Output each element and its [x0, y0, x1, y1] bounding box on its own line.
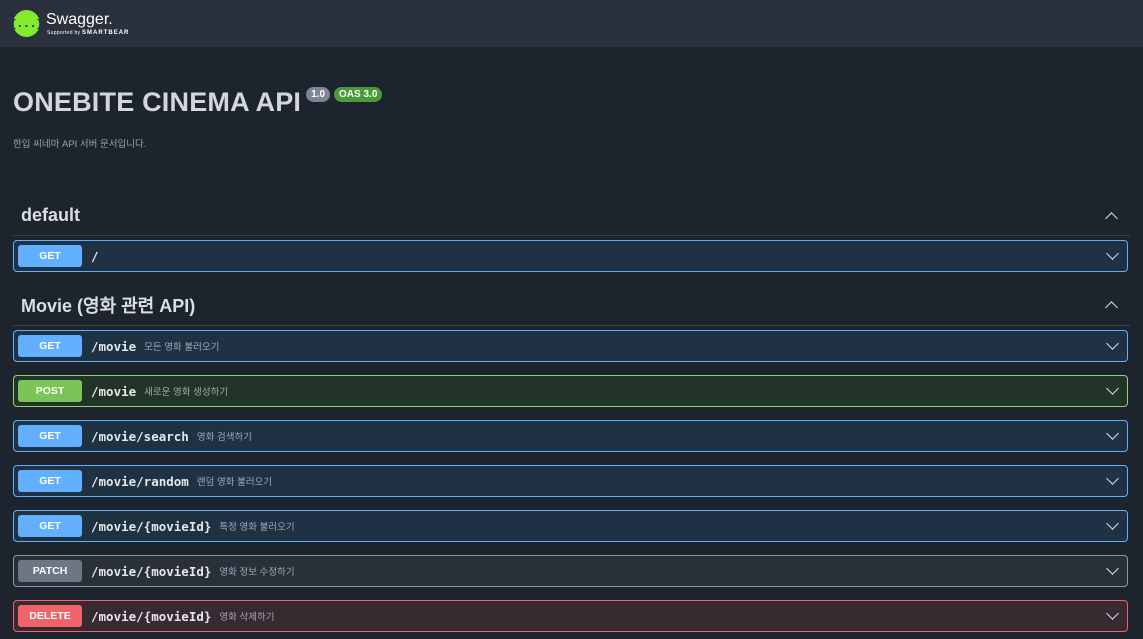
- method-badge: GET: [18, 335, 82, 357]
- operation-row[interactable]: GET /movie/search 영화 검색하기: [13, 420, 1128, 452]
- operation-summary: 랜덤 영화 불러오기: [196, 477, 273, 488]
- api-info: ONEBITE CINEMA API 1.0 OAS 3.0 한입 씨네마 AP…: [0, 47, 1143, 150]
- api-description: 한입 씨네마 API 서버 문서입니다.: [13, 139, 147, 150]
- method-badge: DELETE: [18, 605, 82, 627]
- expand-chevron-down-icon[interactable]: [1106, 337, 1119, 350]
- section-header-movie[interactable]: Movie (영화 관련 API): [13, 288, 1130, 326]
- method-badge: GET: [18, 245, 82, 267]
- operation-summary: 특정 영화 불러오기: [219, 522, 295, 533]
- version-badge: 1.0: [306, 87, 331, 102]
- expand-chevron-down-icon[interactable]: [1106, 247, 1119, 260]
- method-badge: PATCH: [18, 560, 82, 582]
- expand-chevron-down-icon[interactable]: [1106, 472, 1119, 485]
- swagger-logo[interactable]: {...} Swagger. Supported by SMARTBEAR: [10, 10, 130, 37]
- operation-row[interactable]: GET /movie/{movieId} 특정 영화 불러오기: [13, 510, 1128, 542]
- page-title: ONEBITE CINEMA API: [13, 87, 302, 117]
- expand-chevron-down-icon[interactable]: [1106, 517, 1119, 530]
- collapse-chevron-up-icon[interactable]: [1105, 300, 1118, 314]
- operation-path: /movie/search: [91, 428, 189, 444]
- expand-chevron-down-icon[interactable]: [1106, 382, 1119, 395]
- expand-chevron-down-icon[interactable]: [1106, 607, 1119, 620]
- operation-path: /: [91, 248, 99, 264]
- operation-path: /movie/{movieId}: [91, 608, 212, 624]
- section-title: Movie (영화 관련 API): [21, 295, 196, 316]
- method-badge: POST: [18, 380, 82, 402]
- operation-path: /movie/{movieId}: [91, 518, 212, 534]
- operation-path: /movie/{movieId}: [91, 563, 212, 579]
- method-badge: GET: [18, 425, 82, 447]
- oas-badge: OAS 3.0: [334, 87, 383, 102]
- collapse-chevron-up-icon[interactable]: [1105, 211, 1118, 225]
- operation-row[interactable]: POST /movie 새로운 영화 생성하기: [13, 375, 1128, 407]
- operation-row[interactable]: DELETE /movie/{movieId} 영화 삭제하기: [13, 600, 1128, 632]
- operation-summary: 모든 영화 불러오기: [144, 342, 220, 353]
- operation-path: /movie: [91, 383, 137, 399]
- section-header-default[interactable]: default: [13, 200, 1130, 236]
- brand-subtitle: Supported by SMARTBEAR: [47, 29, 130, 36]
- operation-summary: 영화 삭제하기: [219, 612, 275, 623]
- expand-chevron-down-icon[interactable]: [1106, 562, 1119, 575]
- operation-row[interactable]: GET /movie/random 랜덤 영화 불러오기: [13, 465, 1128, 497]
- operation-row[interactable]: PATCH /movie/{movieId} 영화 정보 수정하기: [13, 555, 1128, 587]
- operation-path: /movie: [91, 338, 137, 354]
- brand-name: Swagger.: [46, 10, 113, 28]
- section-movie: Movie (영화 관련 API) GET /movie 모든 영화 불러오기 …: [0, 288, 1143, 632]
- method-badge: GET: [18, 515, 82, 537]
- operation-path: /movie/random: [91, 473, 189, 489]
- expand-chevron-down-icon[interactable]: [1106, 427, 1119, 440]
- swagger-logo-icon: {...}: [10, 10, 43, 37]
- operation-row[interactable]: GET /movie 모든 영화 불러오기: [13, 330, 1128, 362]
- topbar: {...} Swagger. Supported by SMARTBEAR: [0, 0, 1143, 47]
- method-badge: GET: [18, 470, 82, 492]
- section-title: default: [21, 205, 81, 225]
- section-default: default GET /: [0, 200, 1143, 272]
- operation-row[interactable]: GET /: [13, 240, 1128, 272]
- operation-summary: 영화 정보 수정하기: [219, 567, 295, 578]
- operation-summary: 영화 검색하기: [196, 432, 252, 443]
- operation-summary: 새로운 영화 생성하기: [144, 387, 229, 398]
